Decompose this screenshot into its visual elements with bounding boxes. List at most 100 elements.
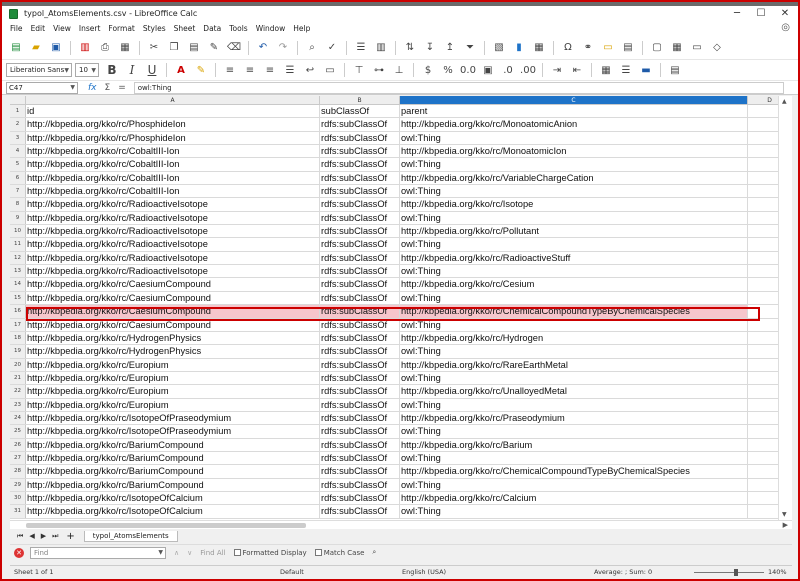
currency-icon[interactable]: $ xyxy=(420,62,436,78)
print-icon[interactable]: ⎙ xyxy=(97,40,113,56)
row-number[interactable]: 2 xyxy=(10,118,26,131)
cell-c[interactable]: owl:Thing xyxy=(400,451,748,465)
row-number[interactable]: 15 xyxy=(10,291,26,305)
row-number[interactable]: 4 xyxy=(10,145,26,158)
function-wizard-icon[interactable]: fx xyxy=(88,83,97,93)
border-color-icon[interactable]: ▬ xyxy=(638,62,654,78)
cell-b[interactable]: rdfs:subClassOf xyxy=(320,171,400,185)
row-number[interactable]: 23 xyxy=(10,398,26,411)
cell-b[interactable]: rdfs:subClassOf xyxy=(320,505,400,518)
cell-c[interactable]: http://kbpedia.org/kko/rc/Cesium xyxy=(400,278,748,291)
column-header-a[interactable]: A xyxy=(26,96,320,104)
menu-sheet[interactable]: Sheet xyxy=(174,24,196,33)
row-number[interactable]: 28 xyxy=(10,465,26,478)
pivot-table-icon[interactable]: ▦ xyxy=(531,40,547,56)
cut-icon[interactable]: ✂ xyxy=(146,40,162,56)
cell-c[interactable]: http://kbpedia.org/kko/rc/RadioactiveStu… xyxy=(400,251,748,265)
cell-b[interactable]: rdfs:subClassOf xyxy=(320,198,400,211)
row-number[interactable]: 17 xyxy=(10,318,26,331)
cell-c[interactable]: owl:Thing xyxy=(400,185,748,198)
cell-a[interactable]: http://kbpedia.org/kko/rc/BariumCompound xyxy=(26,438,320,451)
cell-c[interactable]: http://kbpedia.org/kko/rc/MonoatomicIon xyxy=(400,145,748,158)
row-number[interactable]: 20 xyxy=(10,358,26,371)
cell-b[interactable]: rdfs:subClassOf xyxy=(320,478,400,491)
row-number[interactable]: 13 xyxy=(10,265,26,278)
sort-icon[interactable]: ⇅ xyxy=(402,40,418,56)
row-number[interactable]: 11 xyxy=(10,238,26,251)
underline-icon[interactable]: U xyxy=(144,62,160,78)
sort-descending-icon[interactable]: ↥ xyxy=(442,40,458,56)
row-number[interactable]: 30 xyxy=(10,491,26,505)
export-pdf-icon[interactable]: ▥ xyxy=(77,40,93,56)
menu-help[interactable]: Help xyxy=(293,24,310,33)
row-number[interactable]: 3 xyxy=(10,131,26,145)
cell-a[interactable]: http://kbpedia.org/kko/rc/HydrogenPhysic… xyxy=(26,345,320,358)
row-number[interactable]: 9 xyxy=(10,211,26,225)
select-all-corner[interactable] xyxy=(10,96,26,104)
cell-b[interactable]: rdfs:subClassOf xyxy=(320,211,400,225)
cell-a[interactable]: http://kbpedia.org/kko/rc/CaesiumCompoun… xyxy=(26,278,320,291)
menu-file[interactable]: File xyxy=(10,24,23,33)
cell-a[interactable]: http://kbpedia.org/kko/rc/PhosphideIon xyxy=(26,131,320,145)
cell-a[interactable]: http://kbpedia.org/kko/rc/RadioactiveIso… xyxy=(26,198,320,211)
spreadsheet-grid[interactable]: A B C D 1 id subClassOf parent 2 http://kbped… xyxy=(10,96,792,520)
column-header-c[interactable]: C xyxy=(400,96,748,104)
cell-b[interactable]: rdfs:subClassOf xyxy=(320,225,400,238)
cell-c[interactable]: http://kbpedia.org/kko/rc/Calcium xyxy=(400,491,748,505)
highlight-color-icon[interactable]: ✎ xyxy=(193,62,209,78)
cell-c[interactable]: http://kbpedia.org/kko/rc/VariableCharge… xyxy=(400,171,748,185)
decrease-indent-icon[interactable]: ⇤ xyxy=(569,62,585,78)
cell-b[interactable]: rdfs:subClassOf xyxy=(320,465,400,478)
border-style-icon[interactable]: ☰ xyxy=(618,62,634,78)
cell-a[interactable]: http://kbpedia.org/kko/rc/RadioactiveIso… xyxy=(26,225,320,238)
cell-c[interactable]: owl:Thing xyxy=(400,211,748,225)
cell-a[interactable]: http://kbpedia.org/kko/rc/BariumCompound xyxy=(26,465,320,478)
cell-c[interactable]: http://kbpedia.org/kko/rc/UnalloyedMetal xyxy=(400,385,748,398)
cell-b[interactable]: rdfs:subClassOf xyxy=(320,331,400,345)
scroll-down-icon[interactable]: ▼ xyxy=(782,511,787,518)
align-left-icon[interactable]: ≡ xyxy=(222,62,238,78)
print-preview-icon[interactable]: ▦ xyxy=(117,40,133,56)
menu-view[interactable]: View xyxy=(53,24,71,33)
cell-a[interactable]: http://kbpedia.org/kko/rc/CaesiumCompoun… xyxy=(26,305,320,318)
cell-a[interactable]: http://kbpedia.org/kko/rc/RadioactiveIso… xyxy=(26,238,320,251)
cell-b[interactable]: subClassOf xyxy=(320,105,400,118)
vertical-scrollbar[interactable]: ▲ ▼ xyxy=(778,96,792,520)
define-print-area-icon[interactable]: ▢ xyxy=(649,40,665,56)
cell-c[interactable]: owl:Thing xyxy=(400,238,748,251)
sort-ascending-icon[interactable]: ↧ xyxy=(422,40,438,56)
cell-c[interactable]: owl:Thing xyxy=(400,478,748,491)
align-top-icon[interactable]: ⊤ xyxy=(351,62,367,78)
cell-c[interactable]: owl:Thing xyxy=(400,425,748,438)
cell-c[interactable]: http://kbpedia.org/kko/rc/Pollutant xyxy=(400,225,748,238)
row-number[interactable]: 12 xyxy=(10,251,26,265)
copy-icon[interactable]: ❐ xyxy=(166,40,182,56)
cell-a[interactable]: http://kbpedia.org/kko/rc/CobaltIII-Ion xyxy=(26,171,320,185)
center-vertically-icon[interactable]: ⊶ xyxy=(371,62,387,78)
font-name-combo[interactable]: Liberation Sans ▼ xyxy=(6,63,72,77)
delete-decimal-icon[interactable]: .00 xyxy=(520,62,536,78)
increase-indent-icon[interactable]: ⇥ xyxy=(549,62,565,78)
cell-c[interactable]: http://kbpedia.org/kko/rc/ChemicalCompou… xyxy=(400,305,748,318)
zoom-level[interactable]: 140% xyxy=(768,568,787,576)
cell-a[interactable]: http://kbpedia.org/kko/rc/CaesiumCompoun… xyxy=(26,291,320,305)
minimize-button[interactable]: ─ xyxy=(726,6,748,21)
cell-c[interactable]: http://kbpedia.org/kko/rc/Hydrogen xyxy=(400,331,748,345)
align-right-icon[interactable]: ≡ xyxy=(262,62,278,78)
cell-c[interactable]: owl:Thing xyxy=(400,265,748,278)
cell-c[interactable]: owl:Thing xyxy=(400,398,748,411)
font-color-icon[interactable]: A xyxy=(173,62,189,78)
cell-b[interactable]: rdfs:subClassOf xyxy=(320,158,400,171)
wrap-text-icon[interactable]: ↩ xyxy=(302,62,318,78)
cell-a[interactable]: http://kbpedia.org/kko/rc/BariumCompound xyxy=(26,451,320,465)
cell-c[interactable]: parent xyxy=(400,105,748,118)
conditional-format-icon[interactable]: ▤ xyxy=(667,62,683,78)
cell-a[interactable]: http://kbpedia.org/kko/rc/IsotopeOfPrase… xyxy=(26,425,320,438)
row-number[interactable]: 6 xyxy=(10,171,26,185)
cell-a[interactable]: http://kbpedia.org/kko/rc/BariumCompound xyxy=(26,478,320,491)
add-sheet-icon[interactable]: + xyxy=(66,531,74,542)
row-number[interactable]: 1 xyxy=(10,105,26,118)
scroll-thumb[interactable] xyxy=(26,523,306,528)
scroll-up-icon[interactable]: ▲ xyxy=(782,98,787,105)
row-number[interactable]: 16 xyxy=(10,305,26,318)
